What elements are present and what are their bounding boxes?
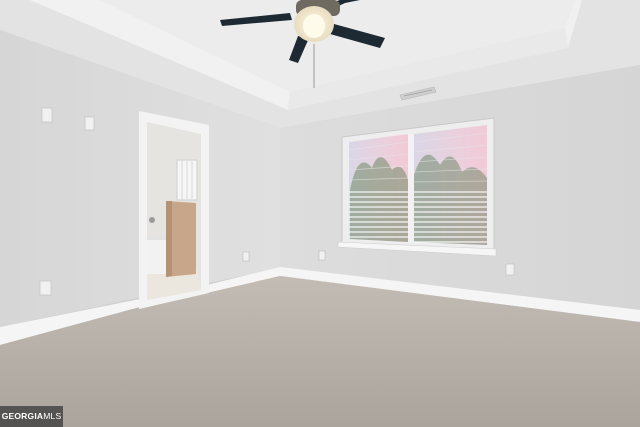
watermark-suffix: MLS — [43, 411, 62, 421]
outlet-icon — [505, 263, 515, 276]
outlet-icon — [318, 250, 326, 261]
watermark-brand: GEORGIA — [1, 411, 44, 421]
outlet-icon — [39, 280, 52, 296]
bathtub — [147, 238, 166, 274]
bathroom-tile-side — [166, 201, 172, 277]
vacant-bedroom-photo: GEORGIAMLS — [0, 0, 640, 427]
light-switch-icon — [84, 116, 95, 131]
room-illustration — [0, 0, 640, 427]
outlet-icon — [242, 251, 250, 262]
faucet — [149, 217, 155, 223]
window — [337, 117, 497, 257]
mls-watermark: GEORGIAMLS — [0, 406, 63, 427]
light-switch-icon — [41, 107, 53, 123]
